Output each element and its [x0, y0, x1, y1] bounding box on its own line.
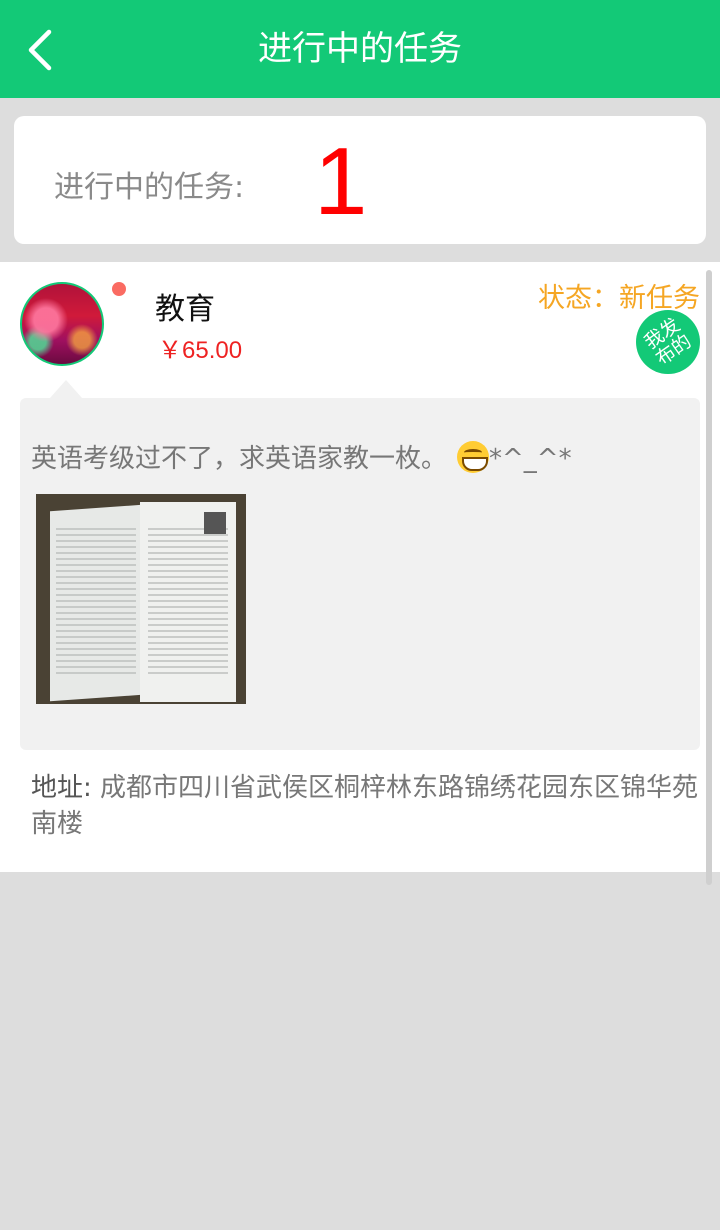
page-title: 进行中的任务 — [258, 29, 462, 69]
task-title: 教育 — [155, 292, 215, 327]
task-content-bubble: 英语考级过不了，求英语家教一枚。 *^_^* — [20, 380, 700, 750]
task-card[interactable]: 教育 ￥65.00 状态：新任务 我发布的 英语考级过不了，求英语家教一枚。 *^… — [0, 262, 720, 872]
summary-label: 进行中的任务: — [54, 170, 245, 205]
scrollbar[interactable] — [706, 270, 712, 885]
badge-label: 我发布的 — [640, 313, 696, 371]
address-label: 地址: — [31, 773, 92, 803]
grinning-face-icon — [457, 441, 490, 473]
description-suffix: *^_^* — [489, 444, 572, 474]
app-header: 进行中的任务 — [0, 0, 720, 98]
chevron-left-icon — [28, 29, 52, 71]
task-status: 状态：新任务 — [538, 283, 700, 314]
description-text: 英语考级过不了，求英语家教一枚。 — [31, 444, 448, 474]
address-text: 成都市四川省武侯区桐梓林东路锦绣花园东区锦华苑南楼 — [31, 773, 699, 839]
avatar[interactable] — [20, 282, 104, 366]
task-description: 英语考级过不了，求英语家教一枚。 *^_^* — [31, 438, 572, 475]
task-price: ￥65.00 — [158, 337, 243, 364]
task-photo[interactable] — [36, 494, 246, 704]
summary-card: 进行中的任务: 1 — [14, 116, 706, 244]
back-button[interactable] — [12, 20, 68, 80]
summary-count: 1 — [314, 128, 368, 235]
task-address: 地址: 成都市四川省武侯区桐梓林东路锦绣花园东区锦华苑南楼 — [31, 770, 701, 842]
published-by-me-badge: 我发布的 — [636, 310, 700, 374]
unread-dot — [112, 282, 126, 296]
